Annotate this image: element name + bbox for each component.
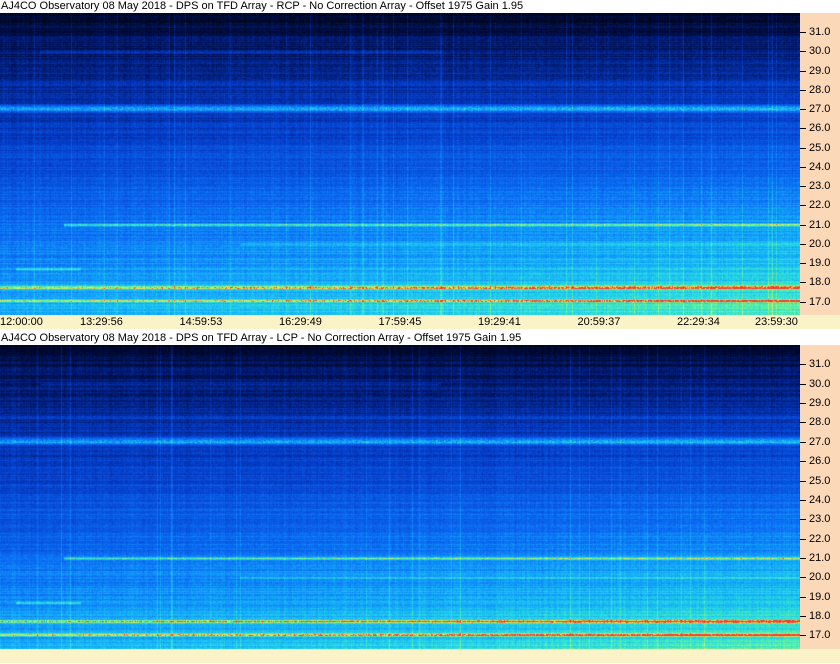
lcp-panel: AJ4CO Observatory 08 May 2018 - DPS on T… (0, 332, 840, 664)
y-tick (800, 90, 806, 91)
y-tick-label: 25.0 (809, 142, 831, 154)
y-tick-label: 17.0 (809, 629, 831, 641)
y-tick (800, 539, 806, 540)
y-tick (800, 519, 806, 520)
x-tick-label: 19:29:41 (478, 316, 521, 328)
rcp-panel: AJ4CO Observatory 08 May 2018 - DPS on T… (0, 0, 840, 330)
y-tick-label: 21.0 (809, 552, 831, 564)
y-tick-label: 19.0 (809, 257, 831, 269)
y-tick (800, 51, 806, 52)
x-tick-label: 22:29:34 (677, 316, 720, 328)
rcp-frequency-axis: 31.0 30.0 29.0 28.0 27.0 26.0 25.0 24.0 23.0 22.0… (800, 13, 840, 315)
rcp-time-axis: 12:00:00 13:29:56 14:59:53 16:29:49 17:59:45… (0, 315, 840, 329)
y-tick-label: 22.0 (809, 199, 831, 211)
lcp-title: AJ4CO Observatory 08 May 2018 - DPS on T… (0, 332, 801, 345)
y-tick-label: 27.0 (809, 436, 831, 448)
y-tick-label: 28.0 (809, 416, 831, 428)
lcp-spectrogram (0, 345, 800, 649)
y-tick (800, 635, 806, 636)
y-tick-label: 30.0 (809, 45, 831, 57)
x-tick-label: 23:59:30 (755, 316, 798, 328)
y-tick (800, 384, 806, 385)
y-tick (800, 577, 806, 578)
y-tick-label: 26.0 (809, 122, 831, 134)
x-tick-label: 20:59:37 (577, 316, 621, 328)
y-tick-label: 30.0 (809, 378, 831, 390)
y-tick-label: 21.0 (809, 219, 831, 231)
y-tick (800, 422, 806, 423)
y-tick (800, 282, 806, 283)
y-tick-label: 25.0 (809, 475, 831, 487)
lcp-time-axis (0, 649, 840, 663)
y-tick (800, 263, 806, 264)
y-tick (800, 302, 806, 303)
y-tick-label: 20.0 (809, 238, 831, 250)
x-tick-label: 12:00:00 (0, 316, 43, 328)
x-tick-label: 17:59:45 (378, 316, 422, 328)
y-tick (800, 71, 806, 72)
y-tick (800, 442, 806, 443)
y-tick-label: 31.0 (809, 26, 831, 38)
y-tick-label: 24.0 (809, 161, 831, 173)
y-tick (800, 109, 806, 110)
rcp-spectrogram (0, 13, 800, 315)
lcp-frequency-axis: 31.0 30.0 29.0 28.0 27.0 26.0 25.0 24.0 23.0 22.0… (800, 345, 840, 649)
y-tick-label: 27.0 (809, 103, 831, 115)
y-tick-label: 29.0 (809, 65, 831, 77)
y-tick (800, 597, 806, 598)
y-tick (800, 481, 806, 482)
y-tick-label: 19.0 (809, 591, 831, 603)
y-tick (800, 225, 806, 226)
y-tick-label: 24.0 (809, 494, 831, 506)
y-tick-label: 26.0 (809, 455, 831, 467)
rcp-title: AJ4CO Observatory 08 May 2018 - DPS on T… (0, 0, 801, 13)
y-tick (800, 167, 806, 168)
x-tick-label: 13:29:56 (80, 316, 123, 328)
y-tick-label: 29.0 (809, 397, 831, 409)
y-tick-label: 22.0 (809, 533, 831, 545)
y-tick (800, 205, 806, 206)
y-tick-label: 23.0 (809, 180, 831, 192)
y-tick (800, 403, 806, 404)
y-tick (800, 128, 806, 129)
y-tick-label: 17.0 (809, 296, 831, 308)
y-tick-label: 28.0 (809, 84, 831, 96)
y-tick-label: 18.0 (809, 610, 831, 622)
x-tick-label: 16:29:49 (279, 316, 322, 328)
y-tick (800, 32, 806, 33)
y-tick (800, 244, 806, 245)
y-tick (800, 616, 806, 617)
y-tick-label: 31.0 (809, 358, 831, 370)
x-tick-label: 14:59:53 (179, 316, 223, 328)
y-tick (800, 186, 806, 187)
y-tick (800, 500, 806, 501)
y-tick-label: 23.0 (809, 513, 831, 525)
y-tick (800, 148, 806, 149)
y-tick-label: 18.0 (809, 276, 831, 288)
y-tick (800, 364, 806, 365)
y-tick (800, 461, 806, 462)
y-tick (800, 558, 806, 559)
y-tick-label: 20.0 (809, 571, 831, 583)
